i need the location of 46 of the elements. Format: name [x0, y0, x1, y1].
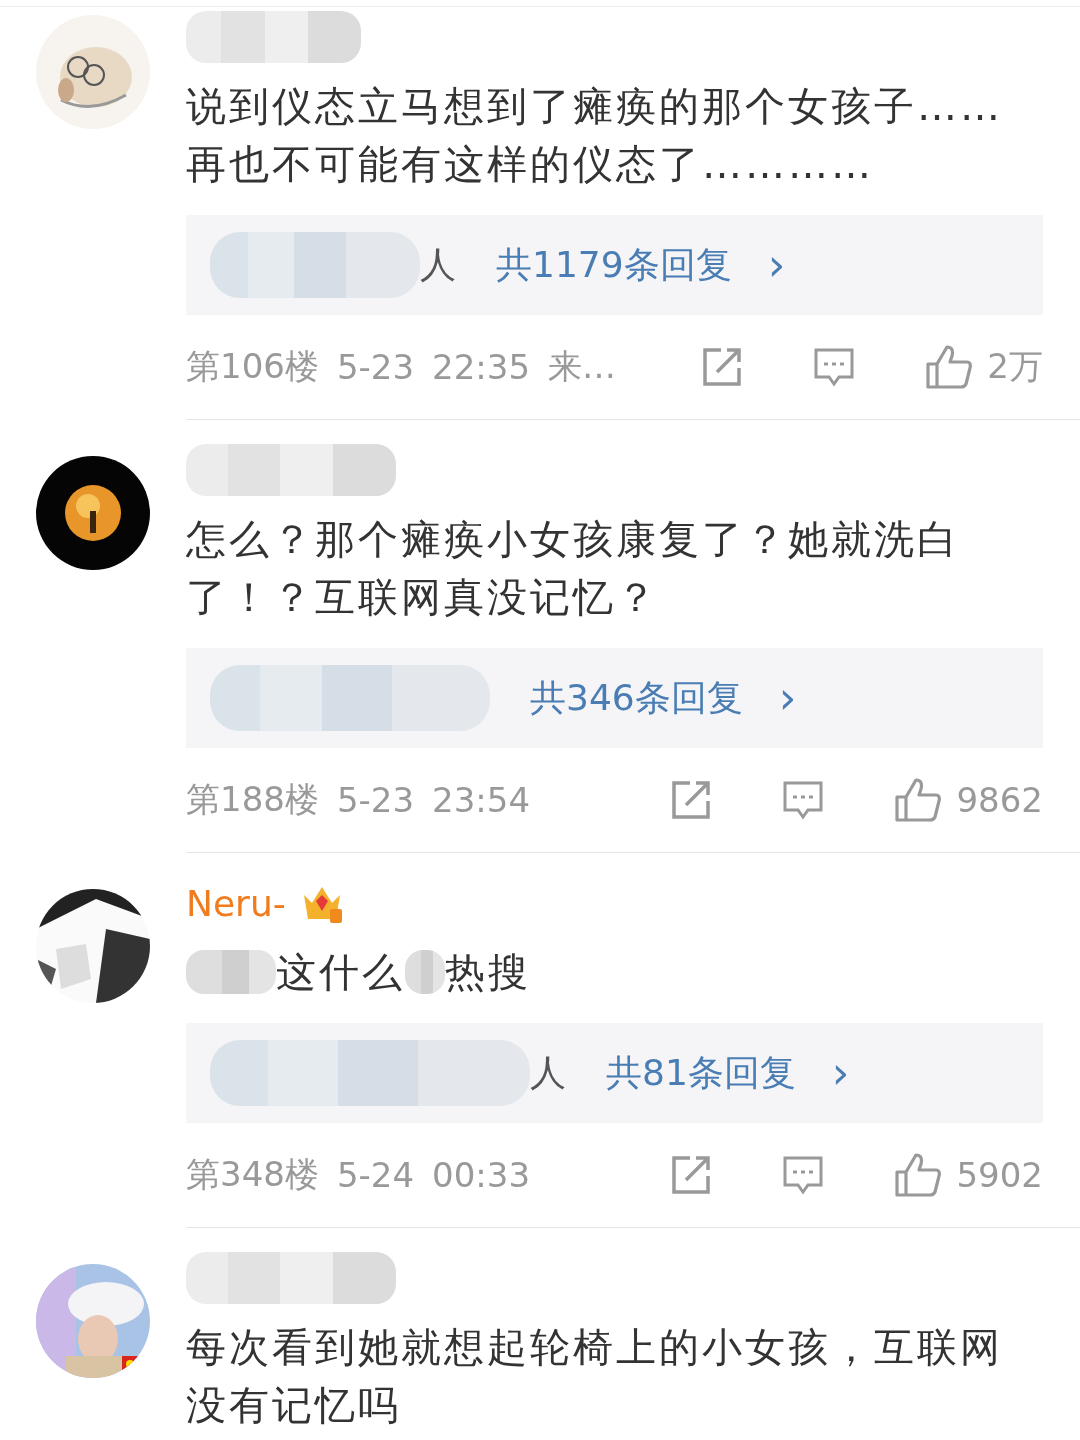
- username[interactable]: Neru-: [186, 882, 286, 924]
- thumbs-up-icon: [894, 777, 943, 823]
- reply-count-link[interactable]: 共81条回复: [606, 1048, 796, 1098]
- share-button[interactable]: [701, 346, 744, 388]
- comment-time: 23:54: [432, 780, 531, 820]
- reply-preview-panel[interactable]: 人 共81条回复 ›: [186, 1023, 1043, 1123]
- comment-icon: [813, 347, 856, 387]
- reply-button[interactable]: [782, 780, 825, 820]
- share-icon: [670, 1154, 713, 1196]
- floor-number: 第348楼: [186, 1153, 319, 1196]
- blurred-text: [405, 950, 445, 994]
- comment-icon: [782, 780, 825, 820]
- reply-count-link[interactable]: 共1179条回复: [496, 240, 732, 290]
- share-button[interactable]: [670, 779, 713, 821]
- reply-count-link[interactable]: 共346条回复: [530, 673, 743, 723]
- chevron-right-icon: ›: [831, 1051, 850, 1095]
- like-button[interactable]: 5902: [894, 1152, 1043, 1198]
- comment-date: 5-24: [336, 1155, 415, 1195]
- share-icon: [701, 346, 744, 388]
- floor-number: 第106楼: [186, 345, 319, 388]
- share-icon: [670, 779, 713, 821]
- comment-time: 22:35: [432, 347, 531, 387]
- comment-text: 怎么？那个瘫痪小女孩康复了？她就洗白了！？互联网真没记忆？: [186, 515, 961, 622]
- comment-text: 热搜: [445, 948, 531, 997]
- comment-time: 00:33: [432, 1155, 531, 1195]
- thumbs-up-icon: [925, 344, 974, 390]
- comment-icon: [782, 1155, 825, 1195]
- floor-number: 第188楼: [186, 778, 319, 821]
- comment-text: 这什么: [276, 948, 405, 997]
- like-button[interactable]: 9862: [894, 777, 1043, 823]
- comment-date: 5-23: [336, 780, 415, 820]
- reply-preview-panel[interactable]: 共346条回复 ›: [186, 648, 1043, 748]
- reply-button[interactable]: [782, 1155, 825, 1195]
- replier-suffix-text: 人: [420, 242, 456, 287]
- reply-preview-panel[interactable]: 人 共1179条回复 ›: [186, 215, 1043, 315]
- chevron-right-icon: ›: [767, 243, 786, 287]
- thumbs-up-icon: [894, 1152, 943, 1198]
- replier-suffix-text: 人: [530, 1050, 566, 1095]
- comment-text: 每次看到她就想起轮椅上的小女孩，互联网没有记忆吗: [186, 1323, 1004, 1430]
- share-button[interactable]: [670, 1154, 713, 1196]
- reply-button[interactable]: [813, 347, 856, 387]
- chevron-right-icon: ›: [778, 676, 797, 720]
- comment-source: 来…: [548, 345, 617, 388]
- like-button[interactable]: 2万: [925, 344, 1043, 390]
- comment-text: 说到仪态立马想到了瘫痪的那个女孩子…… 再也不可能有这样的仪态了…………: [186, 82, 1003, 189]
- comment-date: 5-23: [336, 347, 415, 387]
